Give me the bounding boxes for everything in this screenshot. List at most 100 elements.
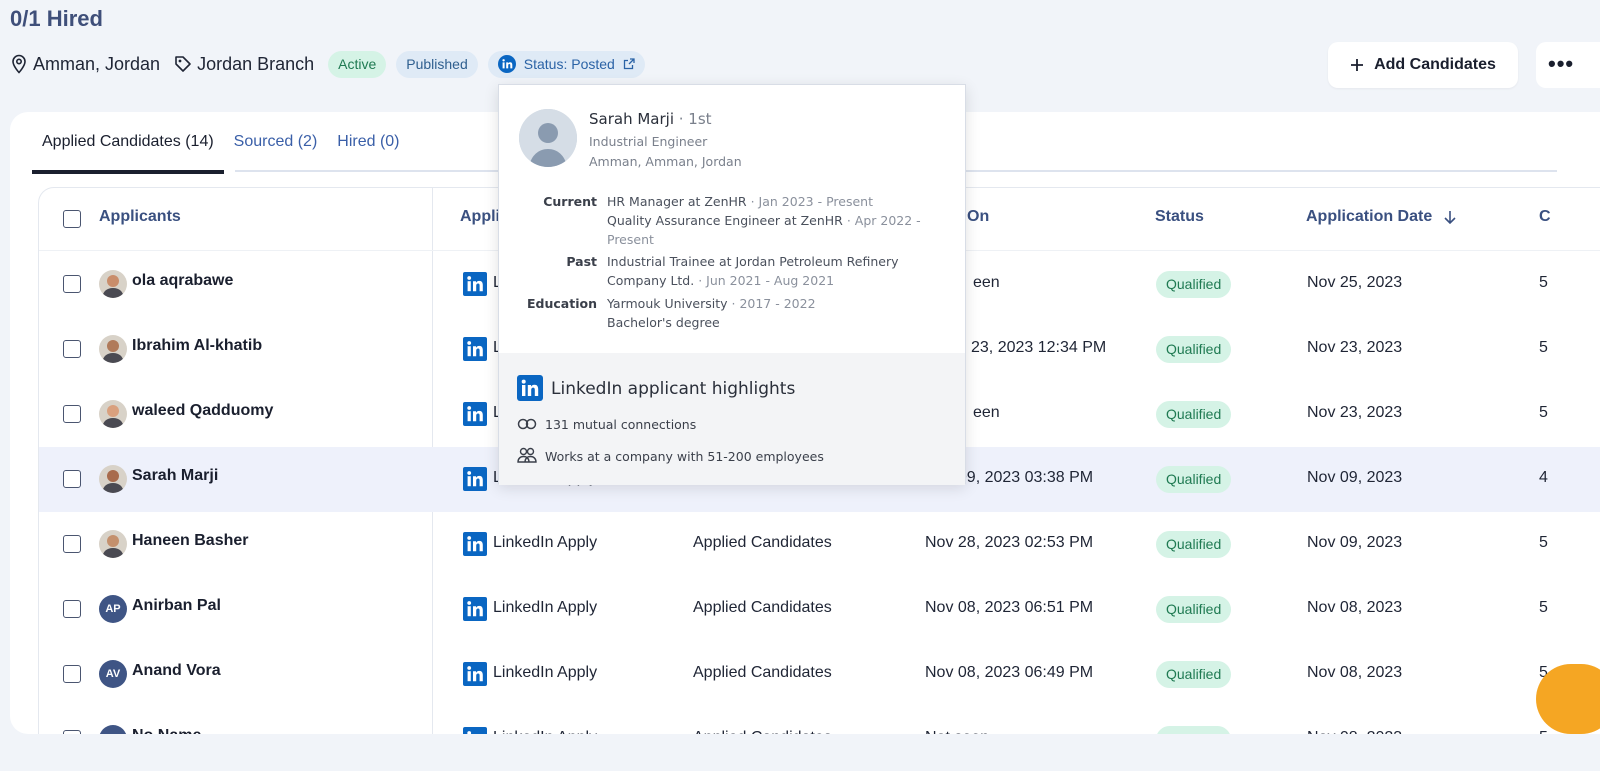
applicant-name[interactable]: waleed Qadduomy	[132, 402, 273, 420]
extra-column-value: 5	[1539, 339, 1548, 356]
applicant-name[interactable]: ola aqrabawe	[132, 272, 233, 290]
linkedin-icon	[463, 337, 487, 361]
status-badge: Qualified	[1156, 596, 1232, 623]
person-photo-icon	[99, 400, 127, 428]
avatar	[99, 530, 127, 558]
linkedin-icon	[463, 402, 487, 426]
applicant-name[interactable]: No Name	[132, 727, 201, 734]
header-application-date[interactable]: Application Date	[1306, 208, 1456, 226]
extra-column-value: 5	[1539, 404, 1548, 421]
education-degree: Bachelor's degree	[607, 315, 720, 330]
linkedin-square-icon	[517, 375, 543, 401]
application-date: Nov 23, 2023	[1307, 404, 1403, 421]
row-checkbox[interactable]	[63, 340, 81, 358]
application-stage: Applied Candidates	[693, 599, 832, 616]
header-viewed-on[interactable]: On	[967, 208, 989, 226]
highlight-company-size: Works at a company with 51-200 employees	[545, 449, 824, 464]
linkedin-status-badge[interactable]: Status: Posted	[487, 50, 645, 78]
status-badge: Qualified	[1156, 401, 1232, 428]
linkedin-profile-popup: Sarah Marji · 1st Industrial Engineer Am…	[498, 84, 966, 485]
person-photo-icon	[99, 335, 127, 363]
status-badge: Qualified	[1156, 661, 1232, 688]
applicant-name[interactable]: Anirban Pal	[132, 597, 221, 615]
table-row[interactable]: Haneen Basher LinkedIn Apply Applied Can…	[39, 512, 1600, 577]
highlights-title: LinkedIn applicant highlights	[551, 379, 796, 399]
tab-applied-candidates[interactable]: Applied Candidates (14)	[32, 112, 224, 174]
row-checkbox[interactable]	[63, 535, 81, 553]
current-positions: HR Manager at ZenHR · Jan 2023 - Present…	[607, 192, 947, 249]
applicant-name[interactable]: Anand Vora	[132, 662, 221, 680]
application-date: Nov 09, 2023	[1307, 534, 1403, 551]
highlight-mutual-connections: 131 mutual connections	[545, 417, 697, 432]
person-photo-icon	[99, 465, 127, 493]
application-date: Nov 09, 2023	[1307, 469, 1403, 486]
current-position-1: HR Manager at ZenHR	[607, 194, 747, 209]
viewed-on: Nov 08, 2023 06:51 PM	[925, 599, 1094, 616]
application-date: Nov 23, 2023	[1307, 339, 1403, 356]
avatar	[99, 270, 127, 298]
tab-sourced[interactable]: Sourced (2)	[224, 112, 328, 174]
application-source: LinkedIn Apply	[493, 534, 598, 551]
viewed-on: een	[973, 404, 1000, 421]
applicant-name[interactable]: Sarah Marji	[132, 467, 218, 485]
header-applicants[interactable]: Applicants	[99, 208, 181, 226]
applicant-highlights: LinkedIn applicant highlights 131 mutual…	[499, 353, 965, 485]
active-badge: Active	[328, 50, 387, 78]
chat-widget-button[interactable]	[1536, 664, 1600, 734]
tab-hired[interactable]: Hired (0)	[327, 112, 409, 174]
table-row[interactable]: AP Anirban Pal LinkedIn Apply Applied Ca…	[39, 577, 1600, 642]
published-badge: Published	[396, 50, 478, 78]
linkedin-icon	[463, 467, 487, 491]
current-label: Current	[543, 194, 597, 209]
add-candidates-button[interactable]: Add Candidates	[1328, 42, 1518, 88]
bottom-bar	[0, 734, 1600, 771]
people-icon	[517, 447, 537, 463]
past-label: Past	[566, 254, 597, 269]
viewed-on: Nov 08, 2023 06:49 PM	[925, 664, 1094, 681]
avatar	[99, 465, 127, 493]
status-badge: Qualified	[1156, 531, 1232, 558]
job-meta-row: Amman, Jordan Jordan Branch Active Publi…	[10, 50, 655, 78]
linkedin-icon	[463, 727, 487, 734]
profile-headline: Industrial Engineer	[589, 134, 708, 149]
header-extra[interactable]: C	[1539, 208, 1551, 226]
avatar: NN	[99, 725, 127, 734]
candidate-tabs: Applied Candidates (14) Sourced (2) Hire…	[32, 112, 410, 174]
row-checkbox[interactable]	[63, 470, 81, 488]
extra-column-value: 5	[1539, 274, 1548, 291]
avatar: AP	[99, 595, 127, 623]
row-checkbox[interactable]	[63, 275, 81, 293]
row-checkbox[interactable]	[63, 405, 81, 423]
row-checkbox[interactable]	[63, 665, 81, 683]
profile-name: Sarah Marji · 1st	[589, 110, 712, 128]
plus-icon	[1351, 59, 1364, 71]
extra-column-value: 4	[1539, 469, 1548, 486]
application-source: LinkedIn Apply	[493, 599, 598, 616]
sort-down-icon	[1444, 211, 1456, 224]
person-photo-icon	[99, 530, 127, 558]
row-checkbox[interactable]	[63, 600, 81, 618]
application-date: Nov 08, 2023	[1307, 599, 1403, 616]
profile-location: Amman, Amman, Jordan	[589, 154, 742, 169]
applicant-name[interactable]: Ibrahim Al-khatib	[132, 337, 262, 355]
job-branch: Jordan Branch	[174, 54, 314, 75]
header-applied-via[interactable]: Appli	[460, 208, 500, 226]
extra-column-value: 5	[1539, 599, 1548, 616]
select-all-checkbox[interactable]	[63, 210, 81, 228]
education-label: Education	[527, 296, 597, 311]
status-badge: Qualified	[1156, 726, 1232, 734]
person-photo-icon	[99, 270, 127, 298]
extra-column-value: 5	[1539, 534, 1548, 551]
location-pin-icon	[12, 54, 26, 74]
branch-text: Jordan Branch	[197, 53, 315, 74]
linkedin-icon	[497, 55, 516, 73]
header-status[interactable]: Status	[1155, 208, 1204, 226]
applicant-name[interactable]: Haneen Basher	[132, 532, 249, 550]
table-row[interactable]: AV Anand Vora LinkedIn Apply Applied Can…	[39, 642, 1600, 707]
viewed-on: 23, 2023 12:34 PM	[971, 339, 1107, 356]
more-options-button[interactable]: •••	[1536, 42, 1600, 88]
person-silhouette-icon	[519, 109, 577, 167]
table-row[interactable]: NN No Name LinkedIn Apply Applied Candid…	[39, 707, 1600, 734]
linkedin-icon	[463, 272, 487, 296]
linkedin-icon	[463, 597, 487, 621]
